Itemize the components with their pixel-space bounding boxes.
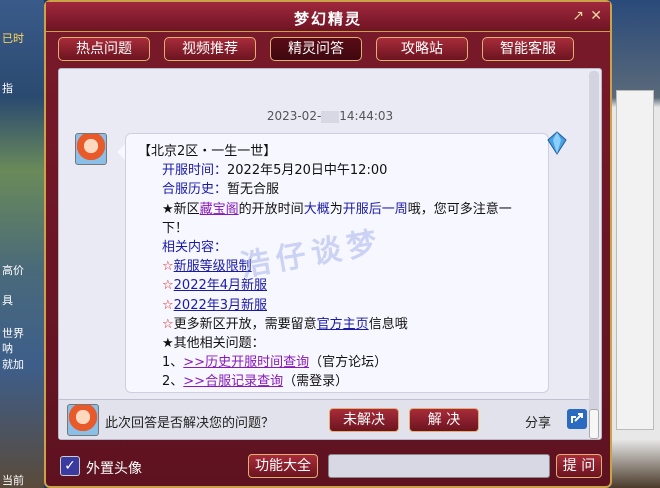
feedback-question: 此次回答是否解决您的问题？ (105, 416, 275, 431)
window-title: 梦幻精灵 (293, 10, 362, 28)
chat-scrollbar[interactable] (589, 71, 599, 437)
user-avatar (67, 404, 99, 436)
titlebar[interactable]: 梦幻精灵 ↗ ✕ (46, 2, 610, 32)
unresolved-button[interactable]: 未解决 (329, 408, 399, 432)
gem-icon (547, 131, 567, 155)
nav-tabs: 热点问题 视频推荐 精灵问答 攻略站 智能客服 (46, 37, 610, 63)
answer-heading: 【北京2区・一生一世】 (138, 144, 277, 159)
tab-video[interactable]: 视频推荐 (164, 37, 256, 61)
footer-bar: ✓ 外置头像 功能大全 提 问 (58, 454, 602, 482)
history-open-time-link[interactable]: >>历史开服时间查询 (183, 355, 309, 370)
tab-smart-service[interactable]: 智能客服 (482, 37, 574, 61)
external-avatar-checkbox[interactable]: ✓ (60, 456, 80, 476)
chat-panel: 2023-02- 14:44:03 【北京2区・一生一世】 开服时间：2022年5… (58, 68, 602, 440)
related-item: ☆2022年3月新服 (138, 296, 536, 315)
feedback-bar: 此次回答是否解决您的问题？ 未解决 解 决 分享 (59, 399, 589, 439)
related-link[interactable]: 2022年3月新服 (174, 298, 267, 313)
bg-label: 已时 (2, 32, 24, 45)
share-icon[interactable] (567, 409, 587, 429)
game-background-left: 已时 指 高价 具 世界 呐 就加 当前 (0, 0, 44, 488)
related-label: 相关内容： (162, 240, 228, 256)
sprite-avatar (75, 133, 107, 165)
tab-sprite-qa[interactable]: 精灵问答 (270, 37, 362, 61)
cangbaoge-link[interactable]: 藏宝阁 (200, 202, 239, 217)
open-time-line: 开服时间：2022年5月20日中午12:00 (162, 163, 388, 179)
related-item: ☆新服等级限制 (138, 257, 536, 276)
ask-button[interactable]: 提 问 (556, 454, 602, 478)
all-functions-button[interactable]: 功能大全 (248, 454, 318, 478)
bg-label: 具 (2, 294, 13, 307)
share-label: 分享 (525, 416, 552, 431)
chat-scroll-thumb[interactable] (589, 409, 599, 439)
related-item: ☆2022年4月新服 (138, 276, 536, 295)
related-link[interactable]: 新服等级限制 (174, 259, 252, 274)
tab-guide[interactable]: 攻略站 (376, 37, 468, 61)
answer-bubble: 【北京2区・一生一世】 开服时间：2022年5月20日中午12:00 合服历史：… (117, 133, 549, 393)
close-icon[interactable]: ✕ (590, 8, 602, 24)
timestamp-time: 14:44:03 (339, 109, 394, 123)
external-avatar-label: 外置头像 (86, 461, 142, 477)
star-icon: ☆ (162, 297, 174, 313)
other-q2: 2、>>合服记录查询（需登录） (162, 374, 349, 390)
official-site-link[interactable]: 官方主页 (317, 317, 369, 332)
tab-hot-questions[interactable]: 热点问题 (58, 37, 150, 61)
popout-icon[interactable]: ↗ (572, 8, 584, 24)
bg-label: 呐 (2, 342, 13, 355)
bg-label: 就加 (2, 358, 24, 371)
star-icon: ☆ (162, 278, 174, 294)
question-input[interactable] (328, 454, 550, 478)
bg-label: 指 (2, 82, 13, 95)
bg-label: 世界 (2, 327, 24, 340)
message-timestamp: 2023-02- 14:44:03 (59, 109, 601, 123)
sprite-helper-window: 梦幻精灵 ↗ ✕ 热点问题 视频推荐 精灵问答 攻略站 智能客服 2023-02… (44, 0, 612, 488)
tip-paragraph: ★新区藏宝阁的开放时间大概为开服后一周哦，您可多注意一下！ (162, 201, 512, 236)
merge-record-link[interactable]: >>合服记录查询 (183, 374, 283, 389)
resolved-button[interactable]: 解 决 (409, 408, 479, 432)
merge-history-line: 合服历史：暂无合服 (162, 182, 280, 198)
timestamp-date: 2023-02- (266, 109, 322, 123)
star-icon: ☆ (162, 316, 174, 332)
redaction-mask (321, 110, 340, 123)
other-label: ★其他相关问题： (162, 336, 265, 352)
related-link[interactable]: 2022年4月新服 (174, 278, 267, 293)
background-panel (616, 90, 654, 430)
other-q1: 1、>>历史开服时间查询（官方论坛） (162, 355, 388, 371)
star-icon: ☆ (162, 259, 174, 275)
more-line: ☆更多新区开放，需要留意官方主页信息哦 (162, 316, 408, 332)
bg-label: 高价 (2, 264, 24, 277)
bg-label: 当前 (2, 474, 24, 487)
